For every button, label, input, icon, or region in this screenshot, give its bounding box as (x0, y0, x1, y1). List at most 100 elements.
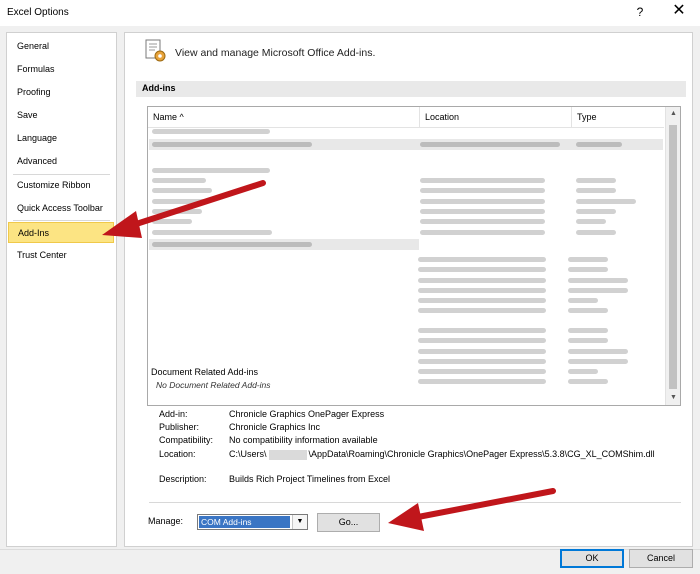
blurred-text (568, 298, 598, 303)
blurred-text (576, 230, 616, 235)
scrollbar-thumb[interactable] (669, 125, 677, 389)
nav-item-general[interactable]: General (7, 36, 116, 57)
blurred-text (418, 308, 546, 313)
blurred-text (576, 209, 616, 214)
blurred-text (568, 257, 608, 262)
column-header-location[interactable]: Location (420, 107, 572, 127)
blurred-text (568, 379, 608, 384)
blurred-text (418, 288, 546, 293)
blurred-text (420, 219, 545, 224)
blurred-text (418, 257, 546, 262)
blurred-text (568, 267, 608, 272)
location-label: Location: (159, 449, 196, 459)
panel-heading: View and manage Microsoft Office Add-ins… (175, 47, 376, 59)
manage-selected-value: COM Add-ins (199, 516, 290, 528)
blurred-text (152, 219, 192, 224)
details-divider (149, 502, 681, 503)
nav-item-trust-center[interactable]: Trust Center (7, 245, 116, 266)
blurred-text (568, 288, 628, 293)
vertical-scrollbar[interactable]: ▲ ▼ (665, 107, 680, 405)
blurred-text (568, 328, 608, 333)
blurred-text (418, 267, 546, 272)
blurred-text (418, 298, 546, 303)
blurred-text (418, 328, 546, 333)
blurred-text (418, 369, 546, 374)
description-label: Description: (159, 474, 207, 484)
compatibility-value: No compatibility information available (229, 435, 378, 445)
blurred-text (568, 349, 628, 354)
blurred-text (152, 242, 312, 247)
document-addins-note: No Document Related Add-ins (156, 380, 271, 390)
addins-section-header: Add-ins (136, 81, 686, 97)
blurred-text (420, 178, 545, 183)
blurred-text (576, 219, 606, 224)
addins-list[interactable]: Name ^ Location Type Document Related Ad… (147, 106, 681, 406)
go-button[interactable]: Go... (317, 513, 380, 532)
manage-label: Manage: (148, 516, 184, 526)
document-addins-group: Document Related Add-ins (151, 367, 259, 377)
blurred-text (568, 369, 598, 374)
header-divider (148, 127, 664, 128)
blurred-text (568, 278, 628, 283)
nav-item-formulas[interactable]: Formulas (7, 59, 116, 80)
publisher-value: Chronicle Graphics Inc (229, 422, 321, 432)
addin-value: Chronicle Graphics OnePager Express (229, 409, 385, 419)
blurred-text (152, 188, 212, 193)
blurred-text (152, 230, 272, 235)
blurred-text (568, 308, 608, 313)
blurred-text (420, 209, 545, 214)
nav-item-language[interactable]: Language (7, 128, 116, 149)
compatibility-label: Compatibility: (159, 435, 214, 445)
blurred-text (420, 142, 560, 147)
nav-item-customize-ribbon[interactable]: Customize Ribbon (7, 175, 116, 196)
blurred-text (576, 178, 616, 183)
window-title: Excel Options (7, 7, 69, 18)
redacted-username (268, 449, 307, 460)
blurred-text (152, 129, 270, 134)
blurred-text (576, 188, 616, 193)
blurred-text (418, 359, 546, 364)
blurred-text (418, 278, 546, 283)
scroll-down-icon[interactable]: ▼ (666, 391, 680, 405)
blurred-text (568, 359, 628, 364)
location-suffix: \AppData\Roaming\Chronicle Graphics\OneP… (308, 449, 655, 459)
blurred-text (576, 142, 622, 147)
blurred-text (418, 349, 546, 354)
publisher-label: Publisher: (159, 422, 200, 432)
blurred-text (418, 338, 546, 343)
blurred-text (568, 338, 608, 343)
addins-gear-icon (145, 39, 166, 62)
location-prefix: C:\Users\ (229, 449, 267, 459)
addin-label: Add-in: (159, 409, 188, 419)
close-icon[interactable]: ✕ (670, 2, 688, 20)
location-value: C:\Users\ \AppData\Roaming\Chronicle Grap… (229, 449, 655, 460)
help-icon[interactable]: ? (633, 5, 647, 19)
blurred-text (420, 199, 545, 204)
manage-select[interactable]: COM Add-ins ▼ (197, 514, 308, 530)
nav-item-advanced[interactable]: Advanced (7, 151, 116, 172)
section-title: Add-ins (142, 83, 176, 93)
blurred-text (576, 199, 636, 204)
blurred-text (152, 142, 312, 147)
blurred-text (418, 379, 546, 384)
scroll-up-icon[interactable]: ▲ (666, 107, 680, 121)
cancel-button[interactable]: Cancel (629, 549, 693, 568)
ok-button[interactable]: OK (560, 549, 624, 568)
title-bar: Excel Options ? ✕ (0, 0, 700, 26)
nav-item-proofing[interactable]: Proofing (7, 82, 116, 103)
nav-item-quick-access-toolbar[interactable]: Quick Access Toolbar (7, 198, 116, 219)
blurred-text (420, 188, 545, 193)
nav-item-save[interactable]: Save (7, 105, 116, 126)
blurred-text (152, 178, 206, 183)
blurred-text (152, 199, 208, 204)
chevron-down-icon[interactable]: ▼ (292, 515, 307, 529)
blurred-text (152, 168, 270, 173)
blurred-text (420, 230, 545, 235)
column-header-type[interactable]: Type (572, 107, 664, 127)
column-header-name[interactable]: Name ^ (148, 107, 420, 127)
options-nav: General Formulas Proofing Save Language … (6, 32, 117, 547)
nav-item-add-ins[interactable]: Add-Ins (8, 222, 114, 243)
description-value: Builds Rich Project Timelines from Excel (229, 474, 391, 484)
nav-divider (13, 220, 110, 221)
blurred-text (152, 209, 202, 214)
